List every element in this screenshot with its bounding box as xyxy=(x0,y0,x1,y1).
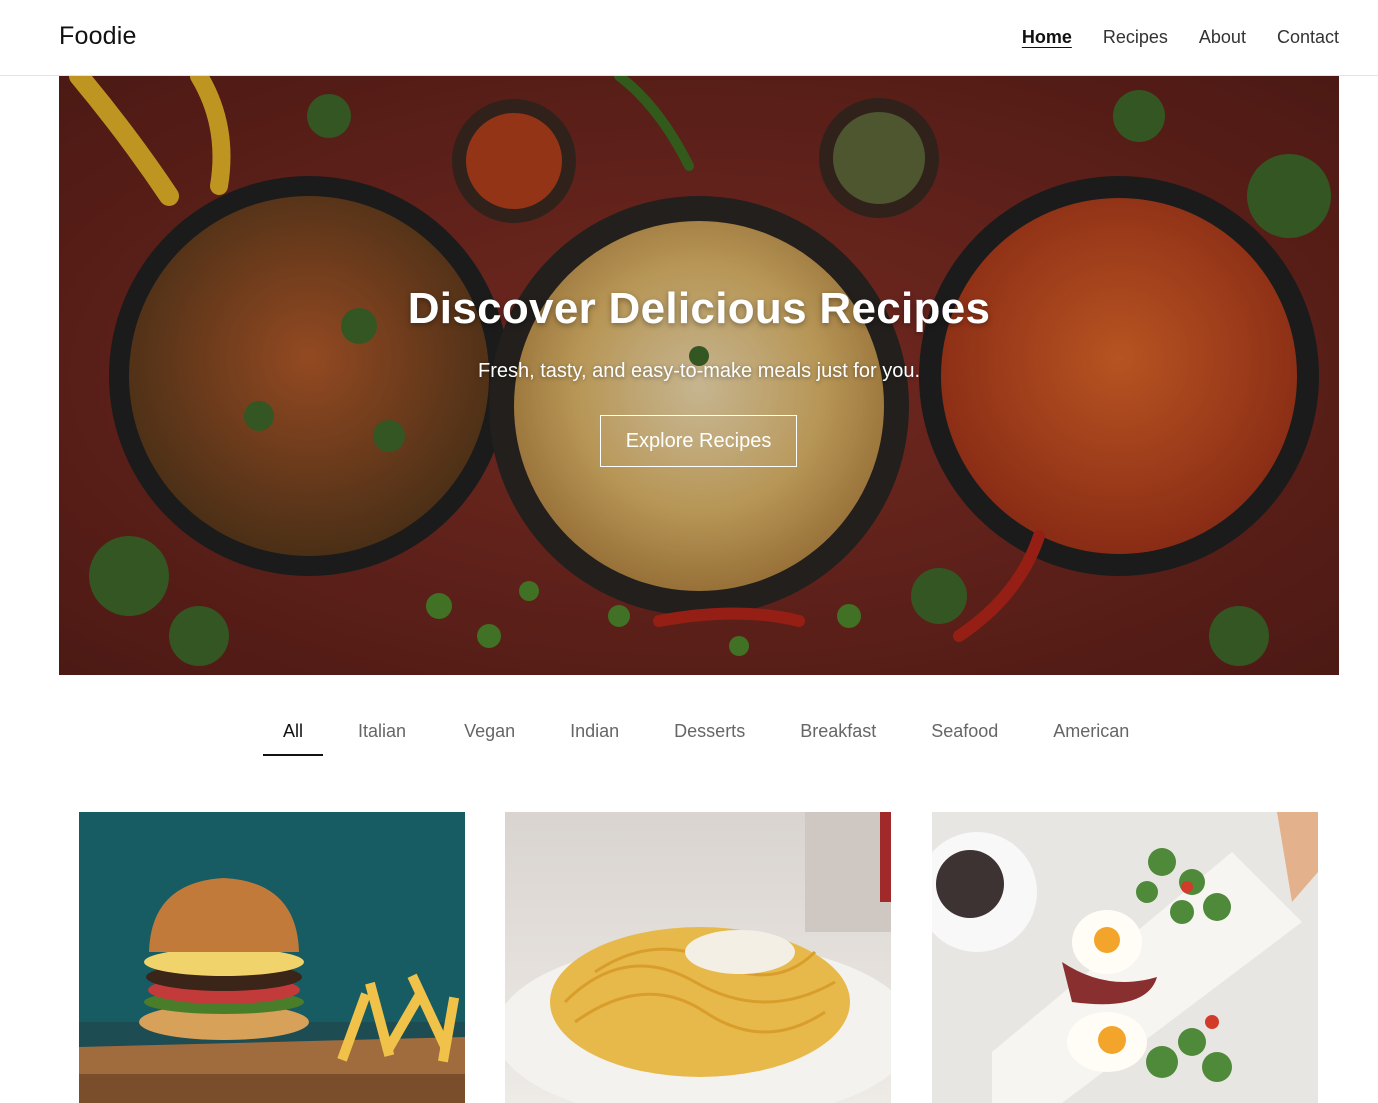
tab-all[interactable]: All xyxy=(263,718,324,756)
recipe-grid xyxy=(79,812,1319,1103)
nav-recipes[interactable]: Recipes xyxy=(1103,27,1168,48)
brand-logo[interactable]: Foodie xyxy=(59,22,137,51)
hero-banner: Discover Delicious Recipes Fresh, tasty,… xyxy=(59,76,1339,675)
main-nav: Home Recipes About Contact xyxy=(991,27,1339,48)
hero-title: Discover Delicious Recipes xyxy=(407,284,991,333)
pasta-image xyxy=(505,812,891,1103)
nav-home[interactable]: Home xyxy=(1022,27,1072,48)
breakfast-image xyxy=(932,812,1318,1103)
tab-desserts[interactable]: Desserts xyxy=(654,718,765,754)
recipe-card-pasta[interactable] xyxy=(505,812,891,1103)
tab-seafood[interactable]: Seafood xyxy=(911,718,1018,754)
site-header: Foodie Home Recipes About Contact xyxy=(0,0,1378,76)
hero-subtitle: Fresh, tasty, and easy-to-make meals jus… xyxy=(477,360,921,382)
recipe-card-breakfast[interactable] xyxy=(932,812,1318,1103)
tab-american[interactable]: American xyxy=(1033,718,1149,754)
nav-about[interactable]: About xyxy=(1199,27,1246,48)
explore-recipes-button[interactable]: Explore Recipes xyxy=(600,415,797,467)
tab-breakfast[interactable]: Breakfast xyxy=(780,718,896,754)
category-tabs: All Italian Vegan Indian Desserts Breakf… xyxy=(263,718,1149,756)
recipe-card-burger[interactable] xyxy=(79,812,465,1103)
tab-indian[interactable]: Indian xyxy=(550,718,639,754)
nav-contact[interactable]: Contact xyxy=(1277,27,1339,48)
tab-italian[interactable]: Italian xyxy=(338,718,426,754)
burger-fries-image xyxy=(79,812,465,1103)
tab-vegan[interactable]: Vegan xyxy=(444,718,535,754)
